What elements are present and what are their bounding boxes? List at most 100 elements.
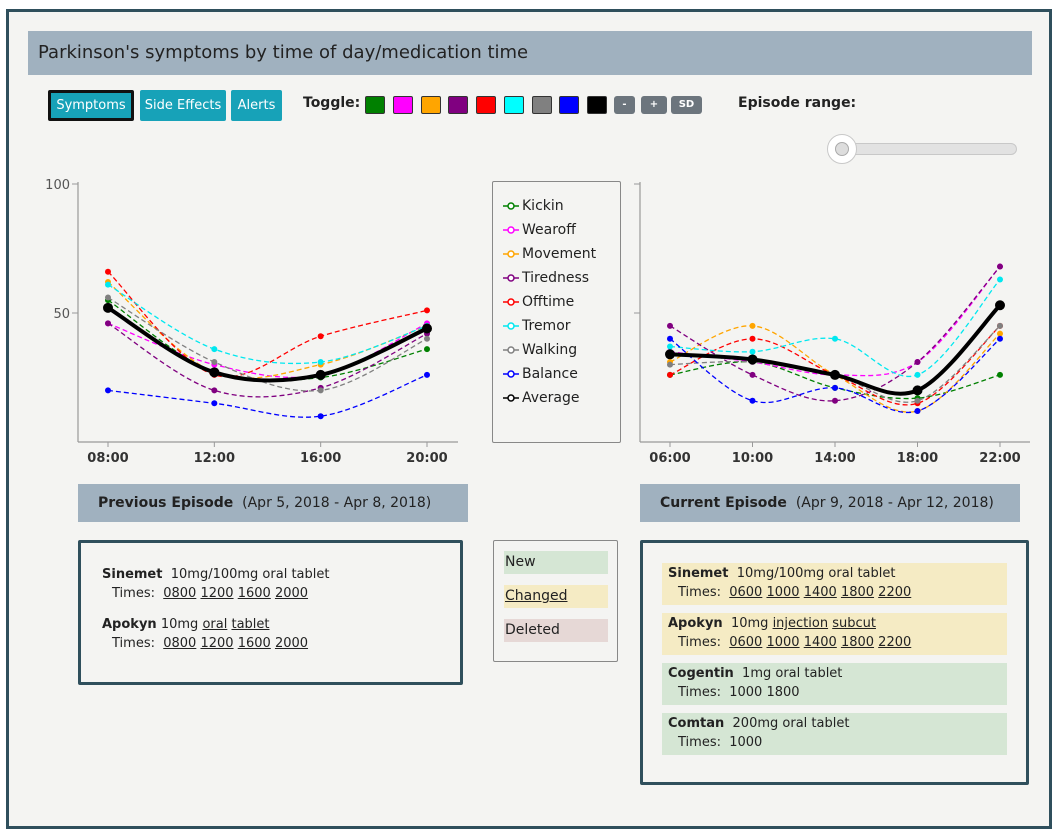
data-point[interactable] — [747, 354, 758, 365]
data-point[interactable] — [832, 384, 838, 391]
med-name: Cogentin — [668, 666, 734, 681]
data-point[interactable] — [667, 322, 673, 329]
data-point[interactable] — [749, 371, 756, 378]
data-point[interactable] — [105, 294, 111, 301]
data-point[interactable] — [422, 323, 432, 334]
time-link[interactable]: 2200 — [878, 635, 911, 650]
toggle-blue[interactable] — [559, 96, 579, 114]
data-point[interactable] — [105, 387, 111, 394]
toggle-cyan[interactable] — [504, 96, 524, 114]
data-point[interactable] — [317, 359, 324, 366]
time-link[interactable]: 1000 — [766, 585, 799, 600]
time-link[interactable]: 0800 — [163, 586, 196, 601]
time-link[interactable]: 0600 — [729, 585, 762, 600]
med-form[interactable]: subcut — [832, 616, 876, 631]
data-point[interactable] — [424, 346, 430, 353]
series-average[interactable] — [665, 300, 1005, 396]
x-tick-label: 14:00 — [814, 451, 855, 466]
data-point[interactable] — [209, 367, 220, 378]
data-point[interactable] — [749, 348, 756, 355]
med-desc: 10mg/100mg oral tablet — [170, 567, 330, 582]
series-kickin[interactable] — [667, 359, 1003, 402]
data-point[interactable] — [832, 397, 838, 404]
time-link[interactable]: 2000 — [275, 636, 308, 651]
data-point[interactable] — [317, 333, 324, 340]
toggle-black[interactable] — [587, 96, 607, 114]
time-link[interactable]: 1600 — [238, 586, 271, 601]
time-link[interactable]: 1800 — [841, 585, 874, 600]
data-point[interactable] — [424, 335, 430, 342]
data-point[interactable] — [105, 268, 111, 275]
series-tiredness[interactable] — [667, 263, 1003, 404]
time-link[interactable]: 0600 — [729, 635, 762, 650]
data-point[interactable] — [667, 371, 673, 378]
data-point[interactable] — [749, 397, 756, 404]
time-link[interactable]: 0800 — [163, 636, 196, 651]
toggle-red[interactable] — [476, 96, 496, 114]
med-route[interactable]: oral — [202, 617, 227, 632]
episode-range-slider-handle[interactable] — [827, 134, 857, 164]
episode-range-slider-track[interactable] — [836, 143, 1017, 155]
time-link[interactable]: 1400 — [804, 635, 837, 650]
toggle-magenta[interactable] — [393, 96, 413, 114]
data-point[interactable] — [667, 335, 673, 342]
data-point[interactable] — [997, 276, 1003, 283]
data-point[interactable] — [997, 335, 1003, 342]
data-point[interactable] — [317, 387, 324, 394]
data-point[interactable] — [997, 371, 1003, 378]
data-point[interactable] — [665, 349, 675, 360]
toggle-orange[interactable] — [421, 96, 441, 114]
x-tick-label: 22:00 — [979, 451, 1020, 466]
data-point[interactable] — [914, 371, 921, 378]
med-route[interactable]: injection — [773, 616, 829, 631]
data-point[interactable] — [105, 320, 111, 327]
toggle-gray[interactable] — [532, 96, 552, 114]
data-point[interactable] — [749, 322, 756, 329]
series-tiredness[interactable] — [105, 320, 430, 398]
time-link[interactable]: 1200 — [200, 586, 233, 601]
med-form[interactable]: tablet — [231, 617, 269, 632]
time-link[interactable]: 1400 — [804, 585, 837, 600]
data-point[interactable] — [997, 322, 1003, 329]
time-link[interactable]: 1200 — [200, 636, 233, 651]
data-point[interactable] — [995, 300, 1005, 311]
sd-button[interactable]: SD — [671, 96, 702, 114]
legend-marker-icon — [503, 298, 519, 306]
data-point[interactable] — [105, 281, 111, 288]
plus-button[interactable]: + — [641, 96, 667, 114]
toggle-purple[interactable] — [448, 96, 468, 114]
data-point[interactable] — [315, 369, 326, 380]
data-point[interactable] — [832, 335, 838, 342]
time-link[interactable]: 1600 — [238, 636, 271, 651]
data-point[interactable] — [317, 413, 324, 420]
minus-button[interactable]: - — [614, 96, 635, 114]
alerts-button[interactable]: Alerts — [231, 90, 282, 121]
data-point[interactable] — [914, 359, 921, 366]
data-point[interactable] — [914, 397, 921, 404]
legend-label: Wearoff — [522, 222, 576, 238]
data-point[interactable] — [667, 361, 673, 368]
data-point[interactable] — [914, 408, 921, 415]
data-point[interactable] — [211, 400, 218, 407]
data-point[interactable] — [211, 359, 218, 366]
time-link[interactable]: 1800 — [841, 635, 874, 650]
data-point[interactable] — [667, 343, 673, 350]
side-effects-button[interactable]: Side Effects — [140, 90, 226, 121]
toggle-green[interactable] — [365, 96, 385, 114]
data-point[interactable] — [103, 302, 113, 313]
time-link[interactable]: 1000 — [766, 635, 799, 650]
data-point[interactable] — [424, 371, 430, 378]
page-title: Parkinson's symptoms by time of day/medi… — [38, 42, 529, 63]
data-point[interactable] — [211, 387, 218, 394]
symptoms-button[interactable]: Symptoms — [48, 90, 134, 121]
data-point[interactable] — [424, 307, 430, 314]
data-point[interactable] — [211, 346, 218, 353]
data-point[interactable] — [997, 263, 1003, 270]
time-link[interactable]: 2200 — [878, 585, 911, 600]
time-link[interactable]: 2000 — [275, 586, 308, 601]
data-point[interactable] — [830, 369, 840, 380]
data-point[interactable] — [749, 335, 756, 342]
data-point[interactable] — [912, 385, 923, 396]
series-wearoff[interactable] — [105, 320, 430, 379]
data-point[interactable] — [997, 330, 1003, 337]
